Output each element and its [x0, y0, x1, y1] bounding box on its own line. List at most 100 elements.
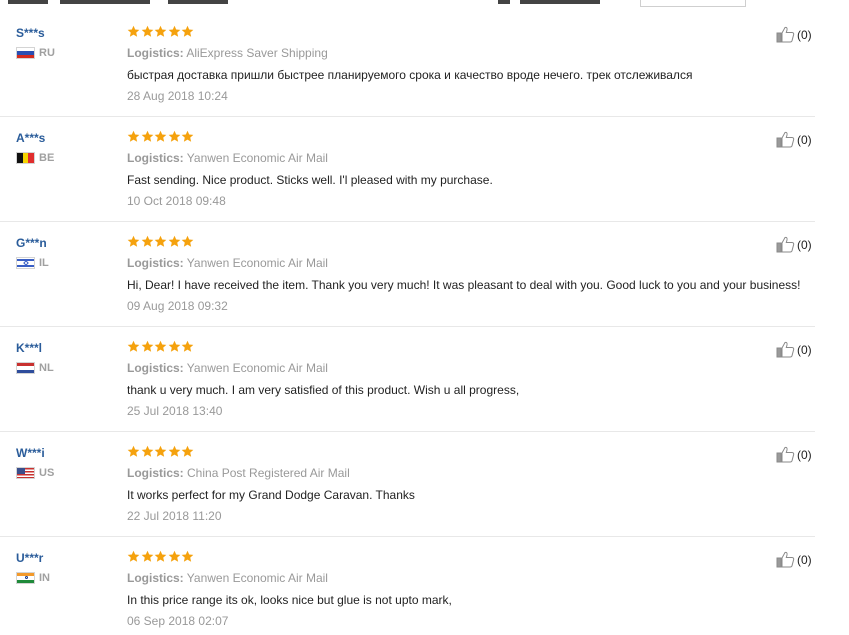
country-flag-icon [16, 572, 35, 584]
reviewer-country: BE [16, 151, 54, 165]
reviewer-name: A***s [16, 131, 46, 145]
logistics-label: Logistics: [127, 256, 184, 270]
country-code: IN [39, 572, 50, 584]
logistics-method: Yanwen Economic Air Mail [186, 256, 328, 270]
star-icon [181, 235, 195, 248]
star-icon [127, 340, 141, 353]
star-icon [154, 550, 168, 563]
logistics-label: Logistics: [127, 151, 184, 165]
star-icon [154, 25, 168, 38]
reviewer-country: IL [16, 256, 49, 270]
star-icon [181, 130, 195, 143]
review-date: 10 Oct 2018 09:48 [127, 194, 226, 208]
logistics-method: Yanwen Economic Air Mail [186, 151, 328, 165]
country-code: RU [39, 47, 55, 59]
helpful-count: (0) [797, 27, 812, 42]
star-icon [141, 235, 155, 248]
thumbs-up-icon[interactable] [776, 341, 795, 358]
thumbs-up-icon[interactable] [776, 236, 795, 253]
thumbs-up-icon[interactable] [776, 551, 795, 568]
helpful-button[interactable]: (0) [776, 341, 812, 358]
review-date: 28 Aug 2018 10:24 [127, 89, 228, 103]
star-icon [181, 25, 195, 38]
thumbs-up-icon[interactable] [776, 131, 795, 148]
star-icon [127, 550, 141, 563]
helpful-count: (0) [797, 237, 812, 252]
review-comment: It works perfect for my Grand Dodge Cara… [127, 488, 415, 502]
logistics-method: Yanwen Economic Air Mail [186, 571, 328, 585]
helpful-button[interactable]: (0) [776, 26, 812, 43]
sort-select[interactable] [640, 0, 746, 7]
star-rating [127, 340, 195, 353]
reviewer-country: NL [16, 361, 54, 375]
reviewer-name: U***r [16, 551, 44, 565]
star-icon [141, 130, 155, 143]
star-icon [168, 445, 182, 458]
star-icon [168, 340, 182, 353]
review-comment: Hi, Dear! I have received the item. Than… [127, 278, 801, 292]
reviewer-name: W***i [16, 446, 45, 460]
logistics-info: Logistics: China Post Registered Air Mai… [127, 466, 350, 480]
helpful-button[interactable]: (0) [776, 446, 812, 463]
helpful-count: (0) [797, 342, 812, 357]
thumbs-up-icon[interactable] [776, 26, 795, 43]
toolbar-fragment [8, 0, 48, 4]
helpful-count: (0) [797, 552, 812, 567]
review-date: 09 Aug 2018 09:32 [127, 299, 228, 313]
reviewer-name: G***n [16, 236, 47, 250]
star-icon [127, 130, 141, 143]
star-icon [154, 445, 168, 458]
star-rating [127, 130, 195, 143]
country-code: NL [39, 362, 54, 374]
star-icon [141, 445, 155, 458]
review-date: 06 Sep 2018 02:07 [127, 614, 229, 628]
helpful-count: (0) [797, 132, 812, 147]
star-icon [168, 550, 182, 563]
logistics-label: Logistics: [127, 466, 184, 480]
review-item: U***r IN Logistics: Yanwen Economic Air … [0, 537, 815, 635]
logistics-method: China Post Registered Air Mail [187, 466, 350, 480]
star-icon [141, 550, 155, 563]
review-item: W***i US Logistics: China Post Registere… [0, 432, 815, 537]
country-flag-icon [16, 467, 35, 479]
toolbar-fragment [520, 0, 600, 4]
helpful-button[interactable]: (0) [776, 236, 812, 253]
logistics-label: Logistics: [127, 571, 184, 585]
helpful-button[interactable]: (0) [776, 131, 812, 148]
star-icon [181, 550, 195, 563]
star-icon [168, 130, 182, 143]
country-code: US [39, 467, 55, 479]
star-icon [168, 235, 182, 248]
star-rating [127, 25, 195, 38]
logistics-method: Yanwen Economic Air Mail [186, 361, 328, 375]
review-date: 22 Jul 2018 11:20 [127, 509, 222, 523]
logistics-info: Logistics: Yanwen Economic Air Mail [127, 256, 328, 270]
country-flag-icon [16, 257, 35, 269]
logistics-label: Logistics: [127, 46, 184, 60]
star-icon [168, 25, 182, 38]
star-icon [154, 130, 168, 143]
helpful-button[interactable]: (0) [776, 551, 812, 568]
review-item: A***s BE Logistics: Yanwen Economic Air … [0, 117, 815, 222]
review-date: 25 Jul 2018 13:40 [127, 404, 223, 418]
review-comment: thank u very much. I am very satisfied o… [127, 383, 520, 397]
review-item: S***s RU Logistics: AliExpress Saver Shi… [0, 12, 815, 117]
star-icon [141, 25, 155, 38]
review-comment: In this price range its ok, looks nice b… [127, 593, 452, 607]
logistics-info: Logistics: AliExpress Saver Shipping [127, 46, 328, 60]
star-icon [154, 340, 168, 353]
thumbs-up-icon[interactable] [776, 446, 795, 463]
star-icon [154, 235, 168, 248]
helpful-count: (0) [797, 447, 812, 462]
review-item: G***n IL Logistics: Yanwen Economic Air … [0, 222, 815, 327]
country-code: BE [39, 152, 55, 164]
star-icon [127, 25, 141, 38]
logistics-info: Logistics: Yanwen Economic Air Mail [127, 571, 328, 585]
country-flag-icon [16, 362, 35, 374]
reviewer-country: RU [16, 46, 55, 60]
review-comment: быстрая доставка пришли быстрее планируе… [127, 68, 693, 82]
country-flag-icon [16, 152, 35, 164]
star-icon [127, 445, 141, 458]
country-code: IL [39, 257, 49, 269]
top-toolbar-fragment [0, 0, 849, 8]
